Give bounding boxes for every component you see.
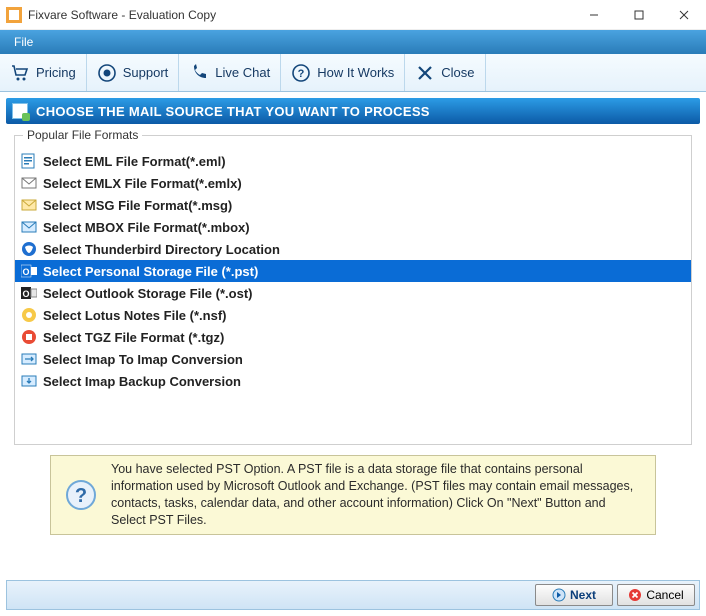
- outlook-ost-icon: O: [21, 285, 37, 301]
- svg-text:?: ?: [75, 485, 87, 507]
- toolbar: Pricing Support Live Chat ? How It Works…: [0, 54, 706, 92]
- arrow-right-icon: [552, 588, 566, 602]
- option-imap-backup-label: Select Imap Backup Conversion: [43, 374, 241, 389]
- menubar: File: [0, 30, 706, 54]
- cart-icon: [10, 63, 30, 83]
- toolbar-support-button[interactable]: Support: [87, 54, 180, 91]
- cancel-button[interactable]: Cancel: [617, 584, 695, 606]
- app-logo-icon: [6, 7, 22, 23]
- outlook-pst-icon: O: [21, 263, 37, 279]
- option-pst-label: Select Personal Storage File (*.pst): [43, 264, 258, 279]
- msg-icon: [21, 197, 37, 213]
- option-emlx-label: Select EMLX File Format(*.emlx): [43, 176, 242, 191]
- option-ost-label: Select Outlook Storage File (*.ost): [43, 286, 252, 301]
- thunderbird-icon: [21, 241, 37, 257]
- titlebar: Fixvare Software - Evaluation Copy: [0, 0, 706, 30]
- mbox-icon: [21, 219, 37, 235]
- phone-icon: [189, 63, 209, 83]
- toolbar-close-label: Close: [441, 65, 474, 80]
- cancel-icon: [628, 588, 642, 602]
- menu-file[interactable]: File: [8, 33, 39, 51]
- question-icon: ?: [291, 63, 311, 83]
- option-mbox-label: Select MBOX File Format(*.mbox): [43, 220, 250, 235]
- option-mbox[interactable]: Select MBOX File Format(*.mbox): [15, 216, 691, 238]
- option-msg[interactable]: Select MSG File Format(*.msg): [15, 194, 691, 216]
- option-imap-to-imap[interactable]: Select Imap To Imap Conversion: [15, 348, 691, 370]
- file-formats-group: Popular File Formats Select EML File For…: [14, 135, 692, 445]
- toolbar-livechat-button[interactable]: Live Chat: [179, 54, 281, 91]
- option-imap-backup[interactable]: Select Imap Backup Conversion: [15, 370, 691, 392]
- imap-sync-icon: [21, 351, 37, 367]
- option-thunderbird[interactable]: Select Thunderbird Directory Location: [15, 238, 691, 260]
- option-eml-label: Select EML File Format(*.eml): [43, 154, 226, 169]
- option-msg-label: Select MSG File Format(*.msg): [43, 198, 232, 213]
- svg-text:O: O: [22, 289, 29, 299]
- toolbar-howitworks-button[interactable]: ? How It Works: [281, 54, 405, 91]
- window-close-button[interactable]: [661, 0, 706, 30]
- option-nsf[interactable]: Select Lotus Notes File (*.nsf): [15, 304, 691, 326]
- group-legend: Popular File Formats: [23, 128, 142, 142]
- toolbar-support-label: Support: [123, 65, 169, 80]
- banner-text: CHOOSE THE MAIL SOURCE THAT YOU WANT TO …: [36, 104, 430, 119]
- headset-icon: [97, 63, 117, 83]
- tgz-icon: [21, 329, 37, 345]
- close-icon: [415, 63, 435, 83]
- window-title: Fixvare Software - Evaluation Copy: [28, 8, 571, 22]
- option-nsf-label: Select Lotus Notes File (*.nsf): [43, 308, 226, 323]
- cancel-button-label: Cancel: [646, 588, 683, 602]
- option-tgz[interactable]: Select TGZ File Format (*.tgz): [15, 326, 691, 348]
- next-button-label: Next: [570, 588, 596, 602]
- info-panel: ? You have selected PST Option. A PST fi…: [50, 455, 656, 535]
- option-ost[interactable]: O Select Outlook Storage File (*.ost): [15, 282, 691, 304]
- window-minimize-button[interactable]: [571, 0, 616, 30]
- info-question-icon: ?: [65, 479, 97, 511]
- option-thunderbird-label: Select Thunderbird Directory Location: [43, 242, 280, 257]
- toolbar-pricing-label: Pricing: [36, 65, 76, 80]
- option-pst[interactable]: O Select Personal Storage File (*.pst): [15, 260, 691, 282]
- toolbar-howitworks-label: How It Works: [317, 65, 394, 80]
- toolbar-pricing-button[interactable]: Pricing: [0, 54, 87, 91]
- document-plus-icon: [12, 103, 28, 119]
- envelope-icon: [21, 175, 37, 191]
- format-option-list: Select EML File Format(*.eml) Select EML…: [15, 146, 691, 396]
- option-eml[interactable]: Select EML File Format(*.eml): [15, 150, 691, 172]
- option-imap-label: Select Imap To Imap Conversion: [43, 352, 243, 367]
- eml-icon: [21, 153, 37, 169]
- lotus-notes-icon: [21, 307, 37, 323]
- option-tgz-label: Select TGZ File Format (*.tgz): [43, 330, 224, 345]
- info-text: You have selected PST Option. A PST file…: [111, 461, 641, 529]
- svg-text:O: O: [22, 267, 29, 277]
- bottom-bar: Next Cancel: [6, 580, 700, 610]
- window-maximize-button[interactable]: [616, 0, 661, 30]
- toolbar-livechat-label: Live Chat: [215, 65, 270, 80]
- banner: CHOOSE THE MAIL SOURCE THAT YOU WANT TO …: [6, 98, 700, 124]
- toolbar-close-button[interactable]: Close: [405, 54, 485, 91]
- option-emlx[interactable]: Select EMLX File Format(*.emlx): [15, 172, 691, 194]
- window-controls: [571, 0, 706, 30]
- next-button[interactable]: Next: [535, 584, 613, 606]
- svg-text:?: ?: [298, 68, 305, 80]
- imap-backup-icon: [21, 373, 37, 389]
